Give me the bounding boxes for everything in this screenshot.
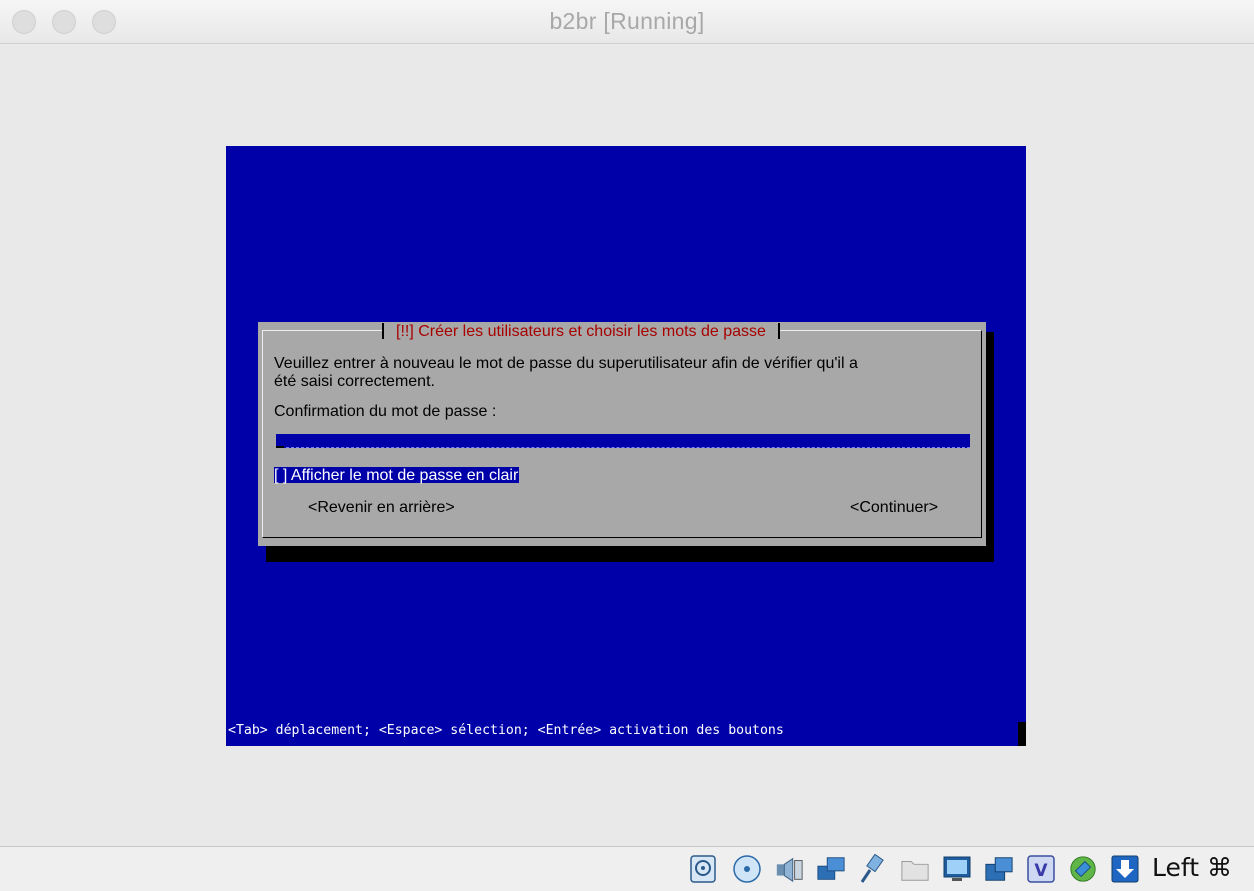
display-icon[interactable]	[942, 854, 972, 884]
shared-folders-icon[interactable]	[900, 854, 930, 884]
password-confirm-input[interactable]	[276, 434, 970, 448]
video-capture-icon[interactable]	[984, 854, 1014, 884]
dialog-title: [!!] Créer les utilisateurs et choisir l…	[396, 323, 766, 340]
window-title: b2br [Running]	[549, 8, 705, 34]
password-confirm-label: Confirmation du mot de passe :	[274, 403, 497, 420]
show-password-checkbox[interactable]: [ ] Afficher le mot de passe en clair	[274, 467, 520, 484]
usb-icon[interactable]	[858, 854, 888, 884]
vm-statusbar: V Left ⌘	[0, 846, 1254, 891]
continue-button[interactable]: <Continuer>	[850, 499, 938, 517]
back-button[interactable]: <Revenir en arrière>	[308, 499, 455, 517]
network-icon[interactable]	[816, 854, 846, 884]
download-icon[interactable]	[1110, 854, 1140, 884]
dialog-message-line-2: été saisi correctement.	[274, 373, 435, 390]
window-titlebar: b2br [Running]	[0, 0, 1254, 44]
dialog-title-box: [!!] Créer les utilisateurs et choisir l…	[382, 323, 780, 340]
mouse-integration-icon[interactable]	[1068, 854, 1098, 884]
installer-dialog: [!!] Créer les utilisateurs et choisir l…	[258, 322, 986, 546]
text-cursor	[276, 446, 284, 448]
screen-corner-block	[1018, 722, 1026, 746]
audio-icon[interactable]	[774, 854, 804, 884]
dialog-message-line-1: Veuillez entrer à nouveau le mot de pass…	[274, 355, 858, 372]
dialog-message: Veuillez entrer à nouveau le mot de pass…	[274, 355, 858, 391]
optical-drive-icon[interactable]	[732, 854, 762, 884]
keyboard-help-line: <Tab> déplacement; <Espace> sélection; <…	[228, 723, 784, 738]
virtualbox-icon[interactable]: V	[1026, 854, 1056, 884]
host-key-label: Left ⌘	[1152, 853, 1232, 882]
svg-text:V: V	[1034, 861, 1048, 881]
hard-disk-icon[interactable]	[688, 854, 718, 884]
